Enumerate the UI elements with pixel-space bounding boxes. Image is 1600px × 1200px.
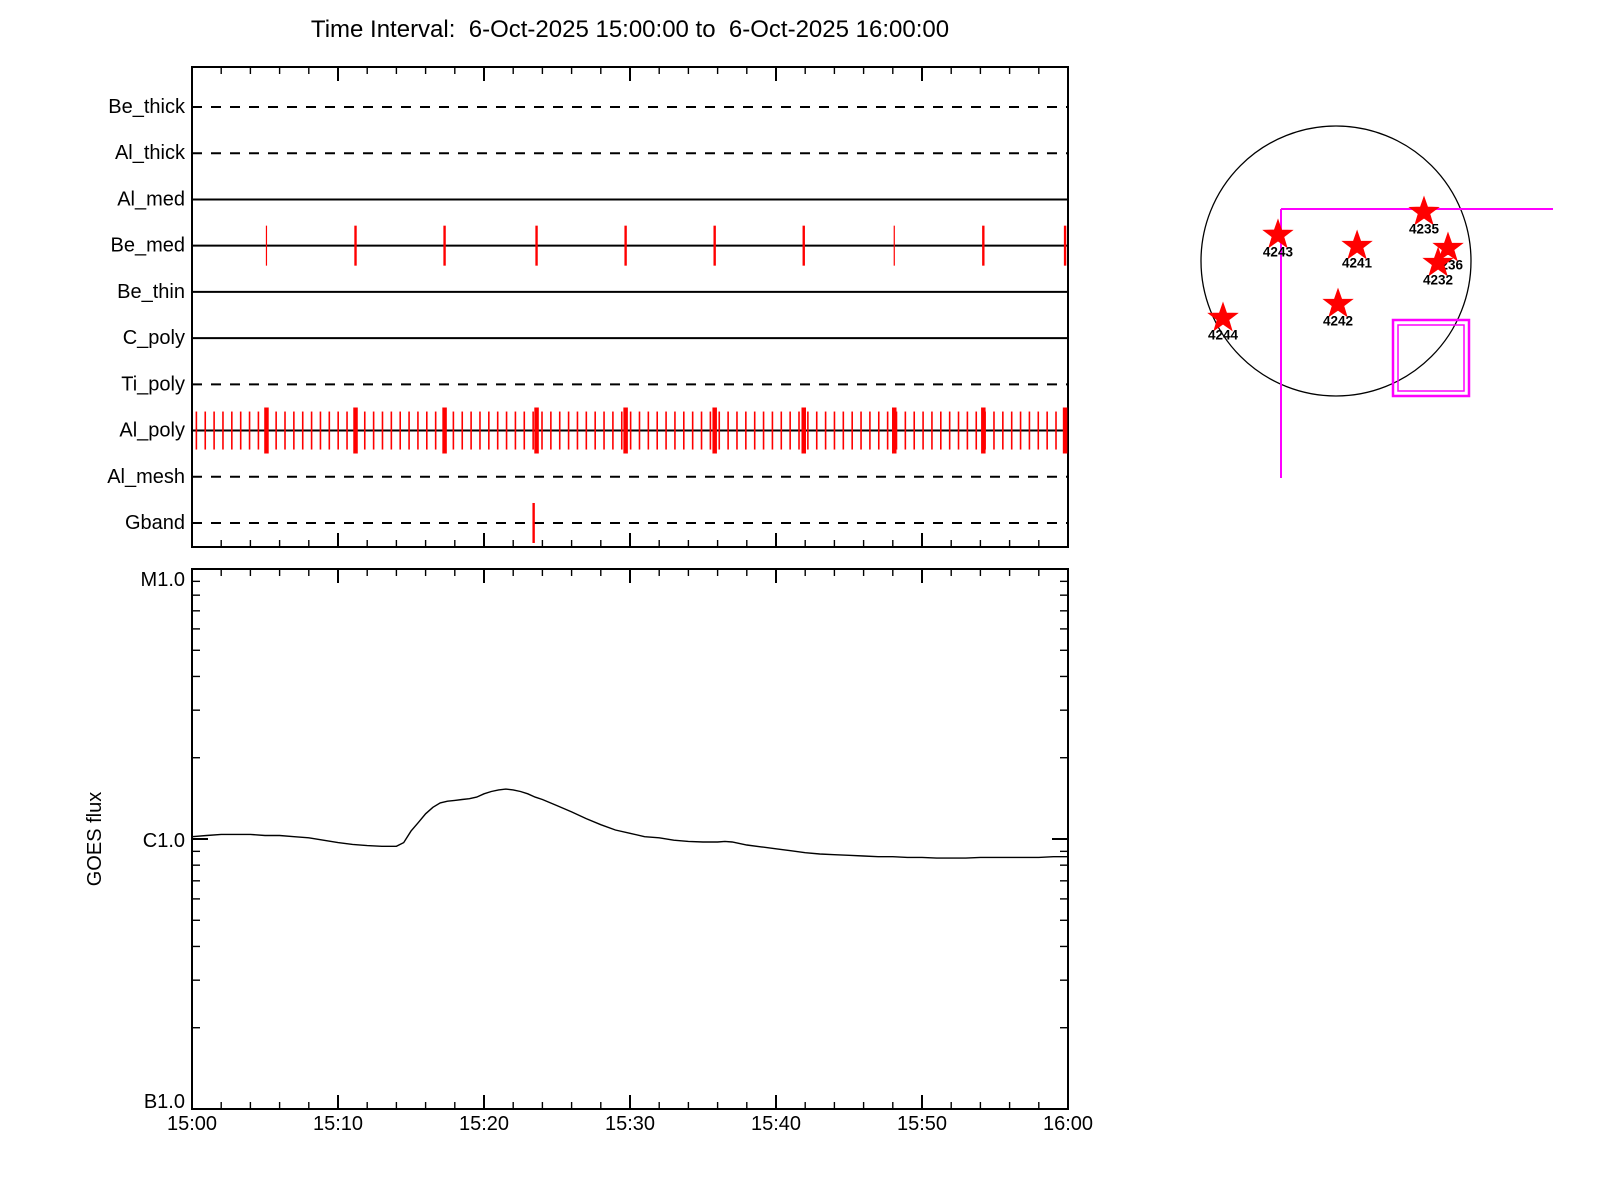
filter-row-label: Ti_poly <box>121 373 185 395</box>
goes-panel <box>191 568 1069 1110</box>
goes-flux-curve <box>191 788 1068 859</box>
x-tick-label: 15:40 <box>751 1113 801 1135</box>
active-region-star <box>1207 301 1239 332</box>
filter-row-label: Al_med <box>117 188 185 210</box>
y-tick-label: C1.0 <box>143 830 185 852</box>
filter-row-label: C_poly <box>123 327 185 349</box>
plot-canvas: Be_thick Al_thick Al_med Be_med Be_thin C_pol… <box>84 66 1553 1135</box>
active-region-label: 4232 <box>1423 273 1453 288</box>
active-region-label: 4243 <box>1263 244 1294 259</box>
active-region-star <box>1408 195 1440 226</box>
x-tick-label: 16:00 <box>1043 1113 1093 1135</box>
filter-row-label: Gband <box>125 512 185 534</box>
x-tick-label: 15:10 <box>313 1113 363 1135</box>
goes-ylabel: GOES flux <box>84 792 106 886</box>
active-region-label: 4241 <box>1342 256 1373 271</box>
filter-row-label: Al_poly <box>119 420 185 442</box>
active-region-star <box>1341 229 1373 260</box>
filter-row-label: Al_mesh <box>107 466 185 488</box>
filter-row-label: Be_med <box>111 235 186 257</box>
active-region-label: 4235 <box>1409 221 1440 236</box>
filter-timeline-panel <box>191 66 1069 548</box>
x-tick-label: 15:20 <box>459 1113 509 1135</box>
x-tick-label: 15:50 <box>897 1113 947 1135</box>
filter-row-label: Be_thick <box>108 96 186 118</box>
y-tick-label: M1.0 <box>141 569 185 591</box>
active-region-label: 4244 <box>1208 327 1239 342</box>
filter-row-label: Al_thick <box>115 142 186 164</box>
active-region-star <box>1262 218 1294 249</box>
active-region-star <box>1322 287 1354 318</box>
y-tick-label: B1.0 <box>144 1091 185 1113</box>
filter-row-label: Be_thin <box>117 281 185 303</box>
target-box-outer <box>1391 318 1471 398</box>
target-box-inner <box>1397 324 1465 392</box>
active-region-label: 4242 <box>1323 314 1353 329</box>
x-tick-label: 15:00 <box>167 1113 217 1135</box>
xrt-goes-observation-figure: Time Interval: 6-Oct-2025 15:00:00 to 6-… <box>0 0 1600 1200</box>
x-tick-label: 15:30 <box>605 1113 655 1135</box>
